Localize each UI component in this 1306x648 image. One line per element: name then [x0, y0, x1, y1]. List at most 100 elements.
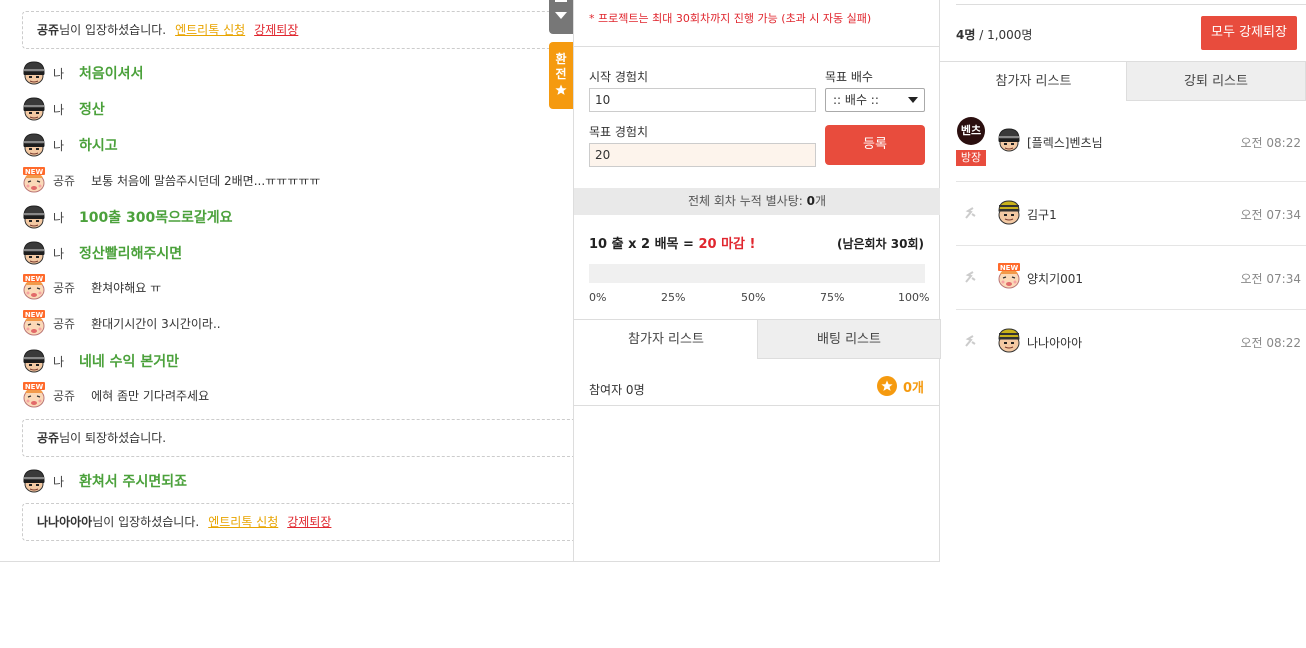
pct-label: 25% — [661, 291, 686, 304]
chat-nick: 나 — [53, 138, 65, 153]
chat-message: 나 100출 300목으로갈게요 — [21, 203, 233, 231]
chat-message: 공쥬 에혀 좀만 기다려주세요 — [21, 381, 209, 409]
chat-nick: 나 — [53, 246, 65, 261]
user-list: 벤츠 방장 [플렉스]벤츠님 오전 08:22 김구1 오전 07:34 ···… — [956, 114, 1306, 374]
tab-participants[interactable]: 참가자 리스트 — [574, 319, 758, 359]
entry-talk-request-link[interactable]: 엔트리톡 신청 — [175, 23, 245, 37]
system-text: 님이 퇴장하셨습니다. — [59, 431, 167, 445]
divider — [574, 405, 940, 406]
collapse-tab[interactable] — [549, 0, 573, 34]
user-count-sep: / — [975, 28, 988, 42]
helmet-avatar-icon — [21, 348, 47, 374]
chat-nick: 공쥬 — [53, 280, 76, 295]
user-count-max: 1,000명 — [987, 28, 1033, 42]
kick-icon[interactable] — [963, 206, 977, 220]
user-count: 4명 / 1,000명 — [956, 26, 1032, 43]
chat-nick: 나 — [53, 354, 65, 369]
user-time: 오전 08:22 — [1240, 336, 1301, 350]
new-user-avatar-icon — [21, 167, 47, 193]
user-name: 나나아아아 — [1027, 336, 1083, 350]
list-item[interactable]: 벤츠 방장 [플렉스]벤츠님 오전 08:22 — [956, 114, 1306, 182]
chat-nick: 나 — [53, 210, 65, 225]
star-count-value: 0개 — [902, 380, 924, 396]
new-user-avatar-icon — [996, 263, 1022, 289]
pct-label: 75% — [820, 291, 845, 304]
force-kick-link[interactable]: 강제퇴장 — [254, 23, 298, 37]
list-item[interactable]: 김구1 오전 07:34 ··· — [956, 182, 1306, 246]
tab-kicked-list[interactable]: 강퇴 리스트 — [1126, 61, 1306, 101]
start-exp-input[interactable]: 10 — [589, 88, 816, 112]
kick-icon[interactable] — [963, 334, 977, 348]
chat-nick: 공쥬 — [53, 316, 76, 331]
user-name: 김구1 — [1027, 208, 1057, 222]
user-name: 양치기001 — [1027, 272, 1084, 286]
chat-panel: 공쥬님이 입장하셨습니다. 엔트리톡 신청 강제퇴장 나 처음이셔서 나 정산 나 … — [0, 0, 573, 562]
chat-message: 공쥬 보통 처음에 말씀주시던데 2배면...ㅠㅠㅠㅠㅠ — [21, 166, 320, 194]
formula-text: 10 출 x 2 배목 = 20 마감 ! — [589, 233, 755, 252]
project-notice: * 프로젝트는 최대 30회차까지 진행 가능 (초과 시 자동 실패) — [589, 12, 872, 25]
entry-talk-request-link[interactable]: 엔트리톡 신청 — [208, 515, 278, 529]
helmet-avatar-icon — [21, 204, 47, 230]
chat-text: 정산빨리해주시면 — [79, 246, 183, 262]
multiplier-select[interactable]: :: 배수 :: — [825, 88, 925, 112]
project-panel: * 프로젝트는 최대 30회차까지 진행 가능 (초과 시 자동 실패) 시작 … — [573, 0, 941, 562]
exchange-tab-line2: 전 — [555, 67, 567, 81]
tab-room-participants[interactable]: 참가자 리스트 — [940, 61, 1127, 101]
system-message-enter: 공쥬님이 입장하셨습니다. 엔트리톡 신청 강제퇴장 — [22, 11, 573, 49]
participants-count: 참여자 0명 — [589, 383, 645, 397]
pct-label: 100% — [898, 291, 930, 304]
chat-message: 공쥬 환대기시간이 3시간이라.. — [21, 309, 221, 337]
pct-label: 50% — [741, 291, 766, 304]
user-time: 오전 07:34 — [1240, 208, 1301, 222]
register-button[interactable]: 등록 — [825, 125, 925, 165]
chat-message: 나 네네 수익 본거만 — [21, 347, 179, 375]
star-icon — [876, 376, 897, 396]
user-name: [플렉스]벤츠님 — [1027, 136, 1103, 150]
kick-icon[interactable] — [963, 270, 977, 284]
list-item[interactable]: 양치기001 오전 07:34 ··· — [956, 246, 1306, 310]
system-text: 님이 입장하셨습니다. — [92, 515, 200, 529]
user-count-current: 4명 — [956, 28, 976, 42]
tab-betting[interactable]: 배팅 리스트 — [757, 319, 941, 359]
bar-icon — [555, 0, 567, 2]
system-message-exit: 공쥬님이 퇴장하셨습니다. — [22, 419, 573, 457]
cumulative-suffix: 개 — [814, 194, 827, 208]
new-user-avatar-icon — [21, 310, 47, 336]
start-exp-label: 시작 경험치 — [589, 70, 649, 84]
new-user-avatar-icon — [21, 274, 47, 300]
divider — [574, 46, 940, 47]
chat-text: 처음이셔서 — [79, 66, 144, 82]
helmet-avatar-icon — [996, 127, 1022, 153]
cumulative-candy-bar: 전체 회차 누적 별사탕: 0개 — [574, 188, 940, 215]
chevron-down-icon — [555, 12, 567, 19]
chat-message: 나 정산빨리해주시면 — [21, 239, 182, 267]
exchange-tab[interactable]: 환 전 — [549, 42, 573, 109]
chat-text: 환쳐서 주시면되죠 — [79, 474, 187, 490]
force-kick-link[interactable]: 강제퇴장 — [287, 515, 331, 529]
cumulative-value: 0 — [806, 194, 815, 208]
star-count: 0개 — [876, 376, 924, 396]
list-item[interactable]: 나나아아아 오전 08:22 ··· — [956, 310, 1306, 374]
host-logo-icon: 벤츠 — [957, 117, 985, 145]
chat-text: 보통 처음에 말씀주시던데 2배면...ㅠㅠㅠㅠㅠ — [91, 173, 321, 188]
target-exp-input[interactable]: 20 — [589, 143, 816, 167]
divider — [956, 4, 1306, 5]
helmet-avatar-icon — [21, 468, 47, 494]
target-exp-label: 목표 경험치 — [589, 125, 649, 139]
helmet-avatar-icon — [21, 60, 47, 86]
chat-nick: 공쥬 — [53, 388, 76, 403]
chat-text: 환대기시간이 3시간이라.. — [91, 316, 221, 331]
host-badge: 방장 — [956, 150, 986, 166]
kick-all-button[interactable]: 모두 강제퇴장 — [1201, 16, 1297, 50]
chat-text: 정산 — [79, 102, 105, 118]
system-user: 나나아아아 — [37, 515, 93, 529]
project-tabs: 참가자 리스트 배팅 리스트 — [574, 319, 941, 359]
chat-message: 나 환쳐서 주시면되죠 — [21, 467, 187, 495]
user-time: 오전 08:22 — [1240, 136, 1301, 150]
chevron-down-icon — [908, 97, 918, 103]
chat-nick: 나 — [53, 102, 65, 117]
chat-nick: 나 — [53, 474, 65, 489]
formula-left: 10 출 x 2 배목 = — [589, 237, 699, 252]
helmet-avatar-icon — [21, 96, 47, 122]
multiplier-label: 목표 배수 — [825, 70, 873, 84]
